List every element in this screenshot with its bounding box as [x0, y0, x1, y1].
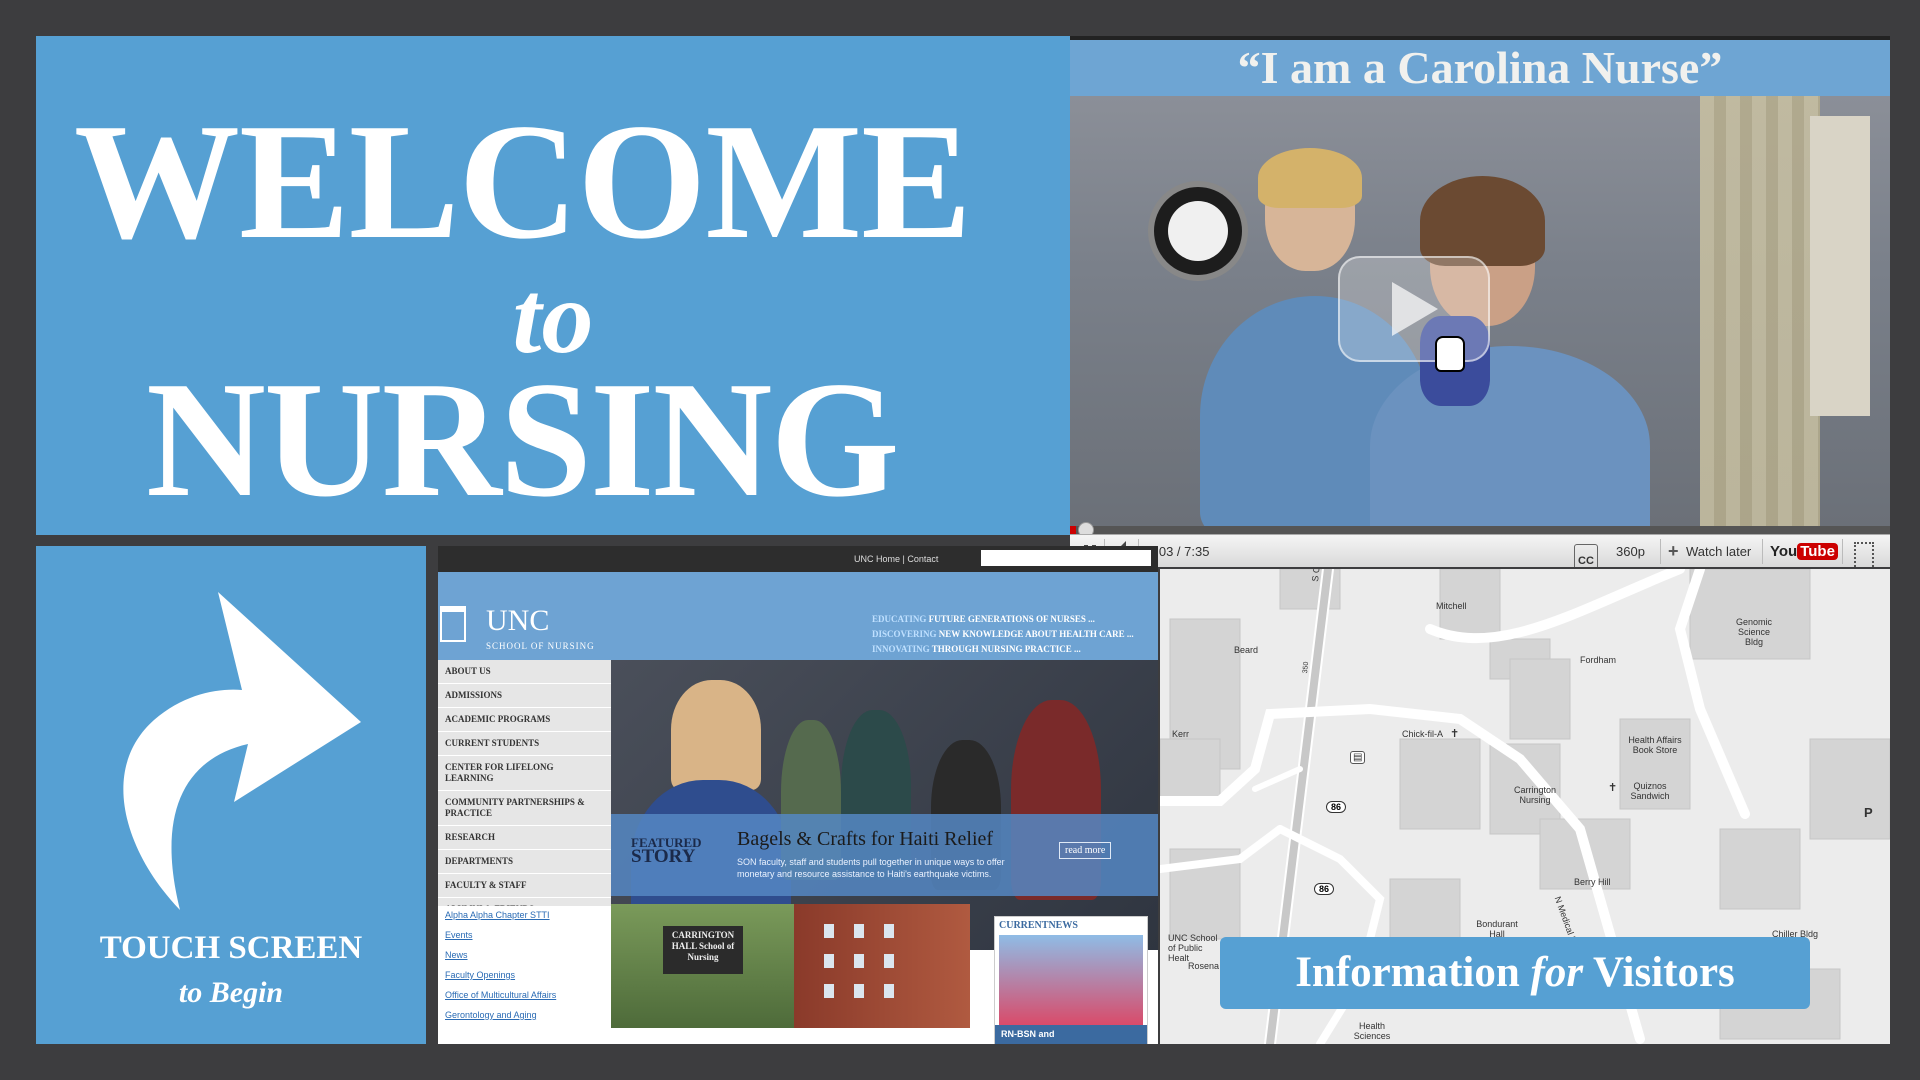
current-news-heading: CURRENTNEWS: [999, 920, 1078, 931]
site-logo[interactable]: UNC SCHOOL OF NURSING: [486, 606, 595, 654]
nurse-hair: [1258, 148, 1362, 208]
tagline-row: EDUCATING FUTURE GENERATIONS OF NURSES .…: [872, 614, 1095, 624]
carrington-hall-sign: CARRINGTON HALL School of Nursing: [663, 926, 743, 974]
side-link[interactable]: News: [438, 946, 611, 966]
map-label: Kerr: [1172, 729, 1190, 739]
map-label: Berry Hill: [1574, 877, 1611, 887]
welcome-panel: WELCOME to NURSING: [36, 36, 1070, 535]
utility-links[interactable]: UNC Home | Contact: [854, 554, 938, 564]
restaurant-icon: ✝: [1450, 728, 1460, 740]
nav-item[interactable]: Departments: [438, 850, 611, 874]
featured-label: FEATURED STORY: [631, 835, 702, 867]
site-search-input[interactable]: [981, 550, 1151, 566]
information-for-visitors-button[interactable]: Information for Visitors: [1220, 937, 1810, 1009]
map-label: Quiznos Sandwich: [1630, 781, 1670, 801]
captions-button[interactable]: CC: [1574, 544, 1598, 567]
nav-item[interactable]: About Us: [438, 660, 611, 684]
youtube-logo[interactable]: You Tube: [1770, 535, 1838, 567]
progress-fill: [1070, 526, 1076, 534]
curtain-graphic: [1700, 96, 1820, 526]
blood-pressure-gauge-graphic: [1148, 181, 1248, 281]
story-summary: SON faculty, staff and students pull tog…: [737, 857, 1005, 879]
route-shield: 86: [1314, 883, 1335, 895]
route-shield: 86: [1326, 801, 1347, 813]
side-link[interactable]: Faculty Openings: [438, 966, 611, 986]
map-label: Rosena: [1188, 961, 1220, 971]
nav-item[interactable]: Community Partnerships & Practice: [438, 791, 611, 826]
patient-hair: [1420, 176, 1545, 266]
news-item[interactable]: RN-BSN and: [995, 1025, 1147, 1044]
side-link[interactable]: Alpha Alpha Chapter STTI: [438, 906, 611, 926]
video-frame[interactable]: [1070, 96, 1890, 546]
map-label: Fordham: [1580, 655, 1617, 665]
current-news-box[interactable]: CURRENTNEWS RN-BSN and: [994, 916, 1148, 1044]
read-more-button[interactable]: read more: [1059, 842, 1112, 859]
logo-school: SCHOOL OF NURSING: [486, 641, 595, 651]
patient-figure: [1370, 346, 1650, 546]
map-label: Bondurant Hall: [1476, 919, 1518, 939]
tagline-row: INNOVATING THROUGH NURSING PRACTICE ...: [872, 644, 1081, 654]
map-label: Carrington Nursing: [1513, 785, 1557, 805]
parking-icon: P: [1864, 805, 1873, 820]
map-label: Health Affairs Book Store: [1628, 735, 1682, 755]
fullscreen-icon[interactable]: [1854, 542, 1874, 567]
play-icon: [1392, 282, 1438, 336]
play-button[interactable]: [1338, 256, 1490, 362]
map-label: Genomic Science Bldg: [1735, 617, 1772, 647]
to-begin-label: to Begin: [178, 976, 284, 1009]
person-figure: [671, 680, 761, 790]
site-nav: About Us Admissions Academic Programs Curre…: [438, 660, 611, 922]
website-screenshot[interactable]: UNC Home | Contact UNC SCHOOL OF NURSING…: [438, 546, 1158, 1044]
nav-item[interactable]: Admissions: [438, 684, 611, 708]
nav-item[interactable]: Academic Programs: [438, 708, 611, 732]
video-title: “I am a Carolina Nurse”: [1070, 40, 1890, 96]
hand-cursor-icon: [1435, 336, 1465, 372]
nav-item[interactable]: Research: [438, 826, 611, 850]
old-well-logo-icon: [440, 606, 466, 642]
video-controls: 0:03 / 7:35 CC 360p + Watch later You Tub…: [1070, 534, 1890, 567]
bus-stop-icon: ▤: [1350, 751, 1366, 764]
map-label: UNC School of Public Healt: [1168, 933, 1218, 963]
map-label: Beard: [1234, 645, 1259, 655]
side-link[interactable]: Gerontology and Aging: [438, 1006, 611, 1026]
nav-item[interactable]: Faculty & Staff: [438, 874, 611, 898]
side-link[interactable]: Events: [438, 926, 611, 946]
touch-panel[interactable]: TOUCH SCREEN to Begin: [36, 546, 426, 1044]
nav-item[interactable]: Center for Lifelong Learning: [438, 756, 611, 791]
logo-unc: UNC: [486, 604, 550, 637]
side-link[interactable]: Office of Multicultural Affairs: [438, 986, 611, 1006]
quality-button[interactable]: 360p: [1616, 535, 1645, 567]
welcome-word: WELCOME: [74, 89, 972, 273]
map-label: Chick-fil-A: [1402, 729, 1444, 739]
featured-story[interactable]: FEATURED STORY Bagels & Crafts for Haiti …: [611, 814, 1158, 896]
site-header: UNC SCHOOL OF NURSING EDUCATING FUTURE G…: [438, 572, 1158, 669]
youtube-you: You: [1770, 543, 1798, 560]
plus-icon: +: [1668, 541, 1679, 561]
wall-cabinet-graphic: [1810, 116, 1870, 416]
welcome-nursing: NURSING: [146, 347, 900, 531]
nav-item[interactable]: Current Students: [438, 732, 611, 756]
utility-bar: UNC Home | Contact: [438, 546, 1158, 572]
touch-screen-label: TOUCH SCREEN: [99, 930, 363, 966]
tagline-row: DISCOVERING NEW KNOWLEDGE ABOUT HEALTH C…: [872, 629, 1134, 639]
video-progress-bar[interactable]: [1070, 522, 1890, 538]
watch-later-button[interactable]: Watch later: [1686, 535, 1751, 567]
building-photo[interactable]: [794, 904, 970, 1028]
map-label: Health Sciences: [1353, 1021, 1391, 1041]
story-title[interactable]: Bagels & Crafts for Haiti Relief: [737, 828, 993, 851]
campus-map[interactable]: S Columbia St 350 Mitchell Genomic Scien…: [1160, 569, 1890, 1044]
map-label: Mitchell: [1436, 601, 1467, 611]
map-label: 350: [1302, 661, 1311, 674]
youtube-tube: Tube: [1797, 543, 1838, 560]
restaurant-icon: ✝: [1608, 782, 1618, 794]
video-player[interactable]: “I am a Carolina Nurse” 0:03 / 7:35 CC 3…: [1070, 36, 1890, 567]
curved-arrow-icon: [123, 592, 361, 910]
side-links: Alpha Alpha Chapter STTI Events News Facult…: [438, 906, 611, 1044]
old-well-photo: [999, 935, 1143, 1025]
